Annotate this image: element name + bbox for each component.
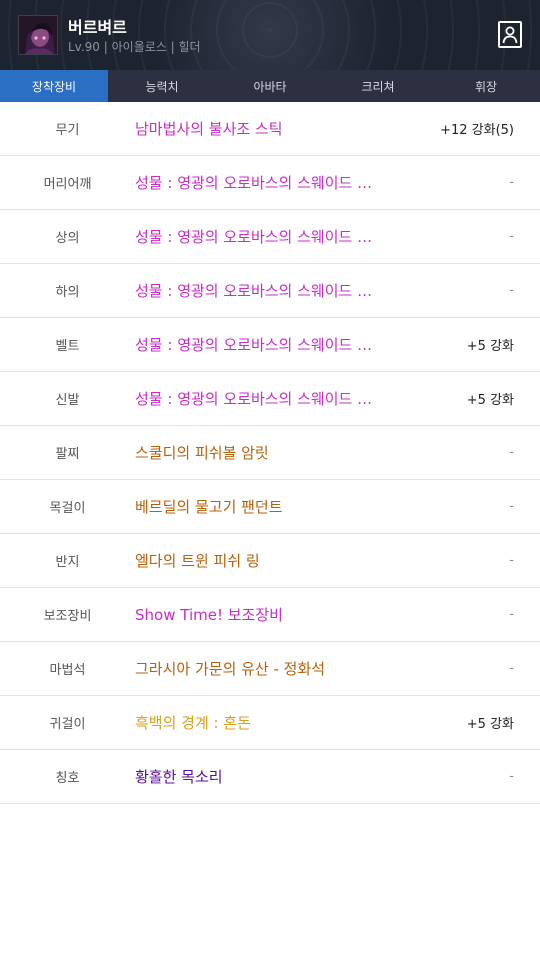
- slot-label: 보조장비: [43, 609, 92, 624]
- item-name: 스쿨디의 피쉬볼 암릿: [135, 444, 269, 462]
- tab-bar: 장착장비 능력치 아바타 크리쳐 휘장: [0, 70, 540, 102]
- item-name: 성물 : 영광의 오로바스의 스웨이드 …: [135, 390, 373, 408]
- item-name: 성물 : 영광의 오로바스의 스웨이드 …: [135, 228, 373, 246]
- equipment-row[interactable]: 벨트 성물 : 영광의 오로바스의 스웨이드 … +5 강화: [0, 318, 540, 372]
- enhance-value: -: [509, 283, 514, 298]
- equipment-row[interactable]: 팔찌 스쿨디의 피쉬볼 암릿 -: [0, 426, 540, 480]
- tab-stats[interactable]: 능력치: [108, 70, 216, 102]
- enhance-value: -: [509, 499, 514, 514]
- slot-label: 하의: [55, 285, 80, 300]
- enhance-value: -: [509, 445, 514, 460]
- enhance-value: +5 강화: [466, 717, 514, 732]
- item-name: 엘다의 트윈 피쉬 링: [135, 552, 260, 570]
- enhance-value: -: [509, 661, 514, 676]
- equipment-row[interactable]: 반지 엘다의 트윈 피쉬 링 -: [0, 534, 540, 588]
- tab-emblem[interactable]: 휘장: [432, 70, 540, 102]
- equipment-row[interactable]: 머리어깨 성물 : 영광의 오로바스의 스웨이드 … -: [0, 156, 540, 210]
- enhance-value: -: [509, 607, 514, 622]
- character-info: Lv.90 | 아이올로스 | 힐더: [68, 40, 201, 54]
- equipment-row[interactable]: 목걸이 베르딜의 물고기 팬던트 -: [0, 480, 540, 534]
- item-name: 흑백의 경계 : 혼돈: [135, 714, 251, 732]
- slot-label: 칭호: [55, 771, 80, 786]
- item-name: 황홀한 목소리: [135, 768, 223, 786]
- slot-label: 머리어깨: [43, 177, 92, 192]
- character-portrait-icon: [19, 16, 57, 54]
- slot-label: 무기: [55, 123, 80, 138]
- slot-label: 벨트: [55, 339, 80, 354]
- enhance-value: +12 강화(5): [440, 123, 514, 138]
- item-name: 성물 : 영광의 오로바스의 스웨이드 …: [135, 282, 373, 300]
- enhance-value: -: [509, 553, 514, 568]
- equipment-row[interactable]: 칭호 황홀한 목소리 -: [0, 750, 540, 804]
- enhance-value: -: [509, 229, 514, 244]
- tab-avatar[interactable]: 아바타: [216, 70, 324, 102]
- slot-label: 마법석: [49, 663, 86, 678]
- equipment-row[interactable]: 마법석 그라시아 가문의 유산 - 정화석 -: [0, 642, 540, 696]
- profile-button[interactable]: [498, 21, 522, 48]
- item-name: Show Time! 보조장비: [135, 606, 283, 624]
- equipment-list: 무기 남마법사의 불사조 스틱 +12 강화(5) 머리어깨 성물 : 영광의 …: [0, 102, 540, 804]
- enhance-value: +5 강화: [466, 339, 514, 354]
- item-name: 성물 : 영광의 오로바스의 스웨이드 …: [135, 336, 373, 354]
- slot-label: 목걸이: [49, 501, 86, 516]
- item-name: 남마법사의 불사조 스틱: [135, 120, 283, 138]
- equipment-row[interactable]: 하의 성물 : 영광의 오로바스의 스웨이드 … -: [0, 264, 540, 318]
- enhance-value: +5 강화: [466, 393, 514, 408]
- slot-label: 귀걸이: [49, 717, 86, 732]
- tab-creature[interactable]: 크리쳐: [324, 70, 432, 102]
- enhance-value: -: [509, 769, 514, 784]
- slot-label: 신발: [55, 393, 80, 408]
- item-name: 그라시아 가문의 유산 - 정화석: [135, 660, 326, 678]
- item-name: 성물 : 영광의 오로바스의 스웨이드 …: [135, 174, 373, 192]
- tab-equipment[interactable]: 장착장비: [0, 70, 108, 102]
- slot-label: 팔찌: [55, 447, 80, 462]
- equipment-row[interactable]: 보조장비 Show Time! 보조장비 -: [0, 588, 540, 642]
- item-name: 베르딜의 물고기 팬던트: [135, 498, 283, 516]
- slot-label: 반지: [55, 555, 80, 570]
- character-name: 버르벼르: [68, 18, 127, 37]
- equipment-row[interactable]: 무기 남마법사의 불사조 스틱 +12 강화(5): [0, 102, 540, 156]
- equipment-row[interactable]: 신발 성물 : 영광의 오로바스의 스웨이드 … +5 강화: [0, 372, 540, 426]
- character-header: 버르벼르 Lv.90 | 아이올로스 | 힐더: [0, 0, 540, 70]
- character-avatar[interactable]: [18, 15, 58, 55]
- equipment-row[interactable]: 상의 성물 : 영광의 오로바스의 스웨이드 … -: [0, 210, 540, 264]
- equipment-row[interactable]: 귀걸이 흑백의 경계 : 혼돈 +5 강화: [0, 696, 540, 750]
- slot-label: 상의: [55, 231, 80, 246]
- person-card-icon: [502, 26, 518, 44]
- enhance-value: -: [509, 175, 514, 190]
